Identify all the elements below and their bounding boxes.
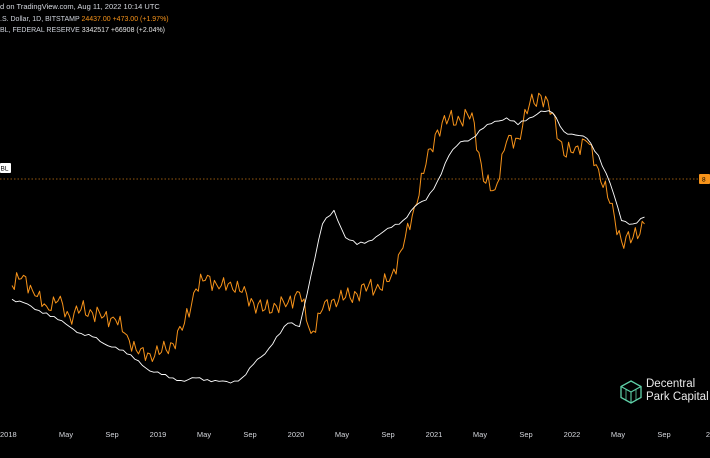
- x-tick-label: Sep: [243, 430, 256, 439]
- x-tick-label: May: [473, 430, 487, 439]
- x-tick-label: 2020: [288, 430, 305, 439]
- right-price-tag: 8: [699, 174, 710, 184]
- liquidity-line[interactable]: [11, 110, 645, 384]
- x-tick-label: Sep: [657, 430, 670, 439]
- x-tick-label: 2018: [0, 430, 17, 439]
- watermark-line1: Decentral: [646, 378, 696, 390]
- x-tick-label: 2019: [150, 430, 167, 439]
- left-tag-label: BL: [1, 166, 9, 173]
- x-tick-label: May: [611, 430, 625, 439]
- series-layer: [11, 92, 645, 384]
- x-tick-label: 2021: [426, 430, 443, 439]
- left-price-tag: BL: [0, 163, 11, 173]
- x-tick-label: May: [335, 430, 349, 439]
- watermark-text: Decentral Park Capital: [646, 378, 709, 404]
- x-tick-label: Sep: [519, 430, 532, 439]
- decentral-logo-icon: [620, 380, 642, 404]
- watermark-line2: Park Capital: [646, 391, 709, 403]
- x-tick-label: Sep: [105, 430, 118, 439]
- x-tick-label: 2022: [564, 430, 581, 439]
- btc-price-line[interactable]: [11, 92, 645, 362]
- x-tick-label: May: [197, 430, 211, 439]
- x-axis: 2018 May Sep 2019 May Sep 2020 May Sep 2021 May Sep…: [0, 430, 710, 439]
- right-tag-label: 8: [702, 177, 706, 184]
- price-chart[interactable]: BL 8 2018 May Sep 2019 May Sep 2020 May Sep 2021 M…: [0, 0, 710, 458]
- x-tick-label: May: [59, 430, 73, 439]
- x-tick-label: Sep: [381, 430, 394, 439]
- x-tick-label: 20: [706, 430, 710, 439]
